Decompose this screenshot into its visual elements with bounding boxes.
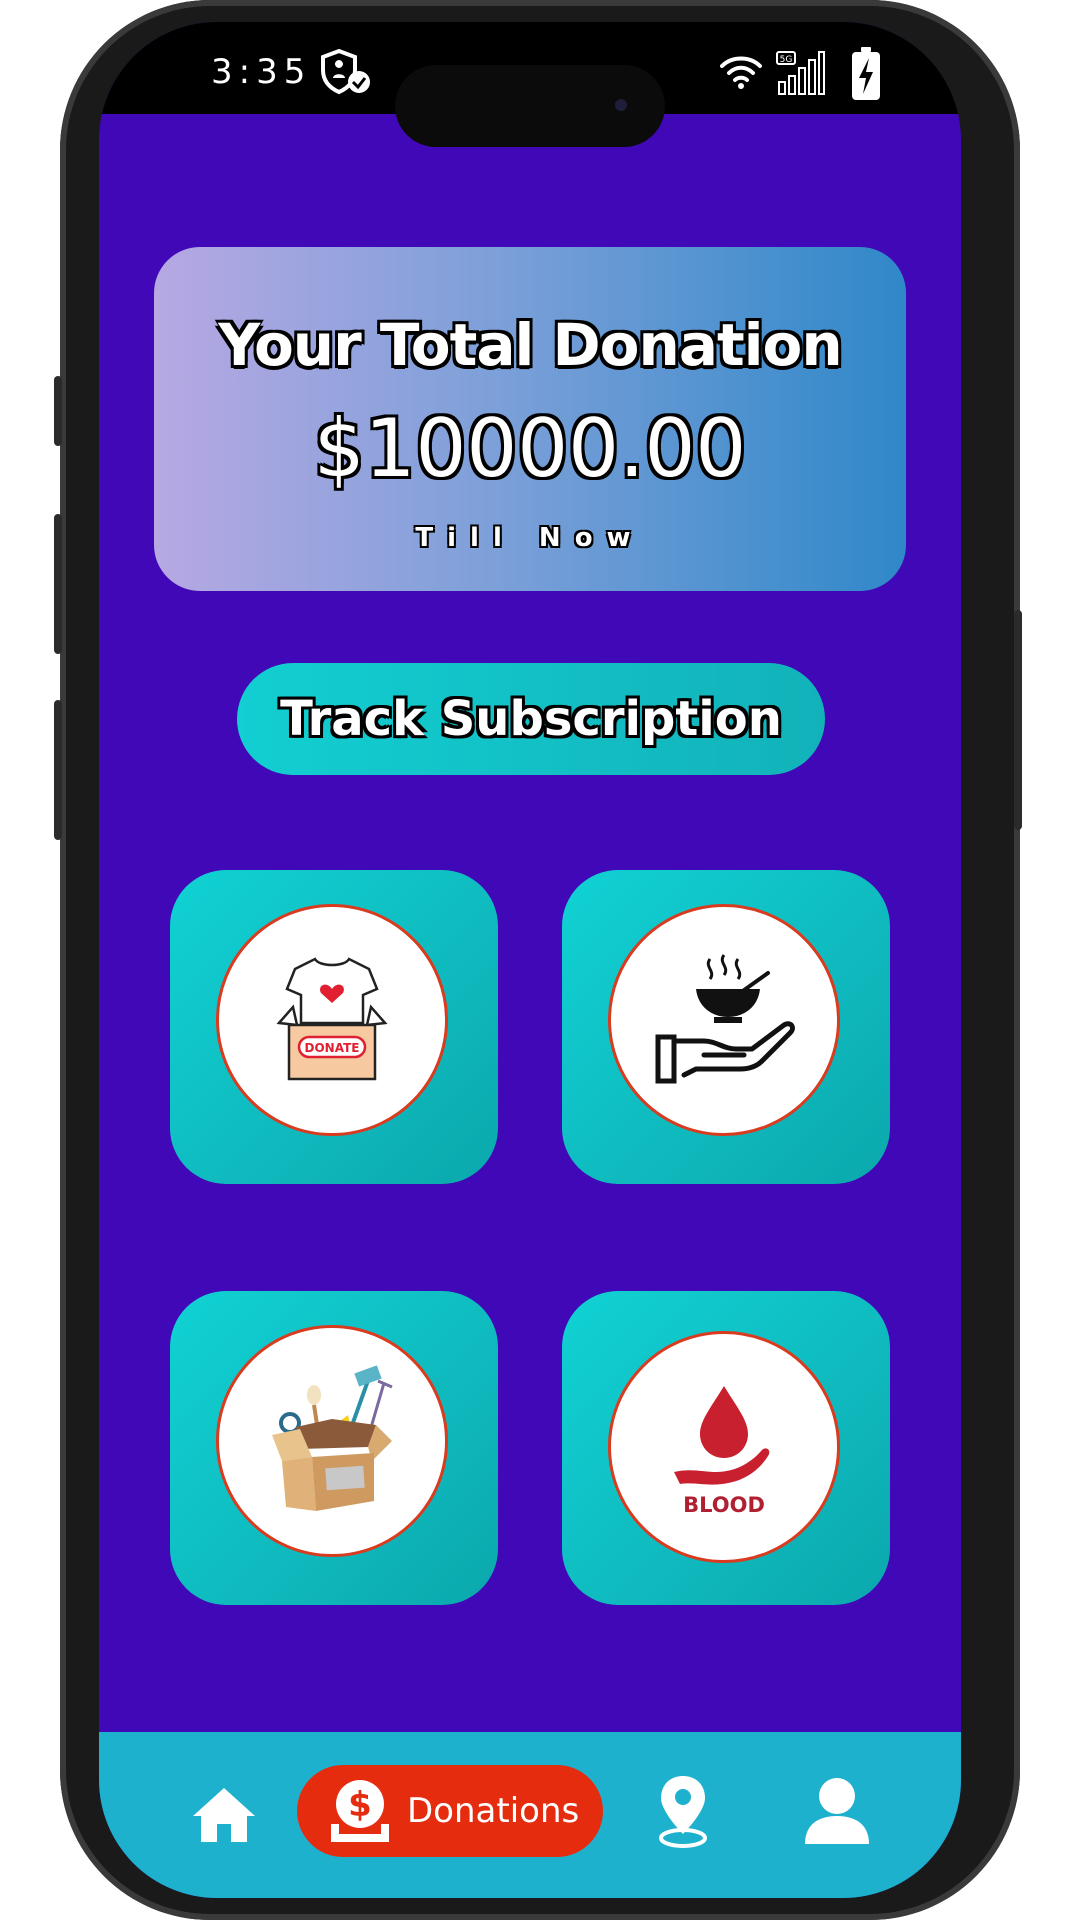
power-button	[1014, 610, 1022, 830]
front-camera	[615, 99, 627, 111]
food-bowl-hand-icon	[655, 954, 795, 1084]
nav-donations-label: Donations	[407, 1791, 580, 1831]
battery-charging-icon	[852, 47, 880, 100]
user-profile-icon[interactable]	[803, 1776, 871, 1846]
tile-blood-donation[interactable]: BLOOD	[562, 1291, 890, 1605]
blood-badge-text: BLOOD	[683, 1493, 765, 1517]
tile-clothes-donation[interactable]: DONATE	[170, 870, 498, 1184]
status-time: 3:35	[211, 52, 312, 92]
bottom-nav-bar: $ Donations	[99, 1732, 961, 1898]
volume-down-button	[54, 700, 62, 840]
mute-switch	[54, 376, 62, 446]
donate-badge-text: DONATE	[305, 1041, 360, 1055]
signal-5g-icon: 5G	[776, 51, 825, 95]
clothes-donate-box-icon: DONATE	[276, 957, 388, 1081]
tile-food-donation[interactable]	[562, 870, 890, 1184]
nav-item-donations[interactable]: $ Donations	[297, 1765, 603, 1857]
app-screen: 3:35 5G Your Total Donation $10000.00 Ti…	[99, 22, 961, 1898]
total-donation-amount: $10000.00	[313, 402, 747, 495]
total-donation-card: Your Total Donation $10000.00 Till Now	[154, 247, 906, 591]
shield-check-icon	[321, 48, 370, 95]
household-items-box-icon	[272, 1365, 393, 1511]
donation-dollar-icon: $	[331, 1780, 389, 1842]
svg-text:5G: 5G	[780, 55, 793, 65]
wifi-icon	[720, 56, 762, 89]
tile-icon-circle: BLOOD	[608, 1331, 840, 1563]
tile-icon-circle	[216, 1325, 448, 1557]
tile-household-items[interactable]	[170, 1291, 498, 1605]
location-pin-icon[interactable]	[655, 1772, 711, 1850]
blood-drop-hand-icon: BLOOD	[674, 1386, 770, 1517]
svg-text:$: $	[348, 1785, 372, 1825]
tile-icon-circle: DONATE	[216, 904, 448, 1136]
total-donation-title: Your Total Donation	[217, 310, 843, 380]
total-donation-subtitle: Till Now	[415, 523, 645, 553]
tile-icon-circle	[608, 904, 840, 1136]
track-subscription-label: Track Subscription	[280, 691, 782, 747]
dynamic-island	[395, 65, 665, 147]
volume-up-button	[54, 514, 62, 654]
status-bar: 3:35 5G	[99, 22, 961, 147]
home-icon[interactable]	[191, 1784, 257, 1844]
track-subscription-button[interactable]: Track Subscription	[237, 663, 825, 775]
